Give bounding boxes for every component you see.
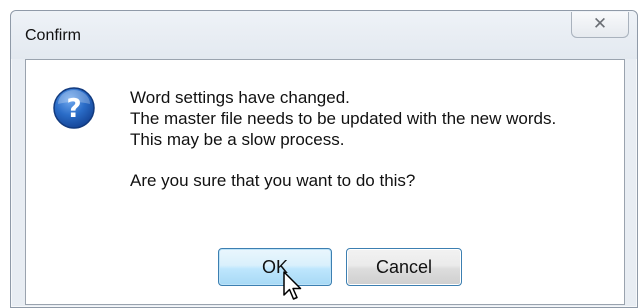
confirmation-question: Are you sure that you want to do this? <box>130 171 416 190</box>
message-spacer <box>130 150 556 170</box>
dialog-body: ? Word settings have changed. The master… <box>25 59 625 305</box>
question-icon: ? <box>53 87 95 129</box>
dialog-title: Confirm <box>25 27 82 44</box>
close-icon: ✕ <box>592 14 608 34</box>
ok-button[interactable]: OK <box>218 248 332 286</box>
message-text: Word settings have changed. The master f… <box>130 87 556 191</box>
cancel-button[interactable]: Cancel <box>346 248 462 286</box>
title-bar[interactable]: Confirm ✕ <box>11 11 637 59</box>
svg-text:?: ? <box>66 94 81 124</box>
message-line: The master file needs to be updated with… <box>130 109 557 128</box>
message-line: Word settings have changed. <box>130 88 350 107</box>
mouse-pointer-icon <box>283 271 302 300</box>
close-button[interactable]: ✕ <box>571 12 629 38</box>
confirm-dialog: Confirm ✕ ? Word settings have changed. … <box>10 10 638 308</box>
message-line: This may be a slow process. <box>130 130 345 149</box>
